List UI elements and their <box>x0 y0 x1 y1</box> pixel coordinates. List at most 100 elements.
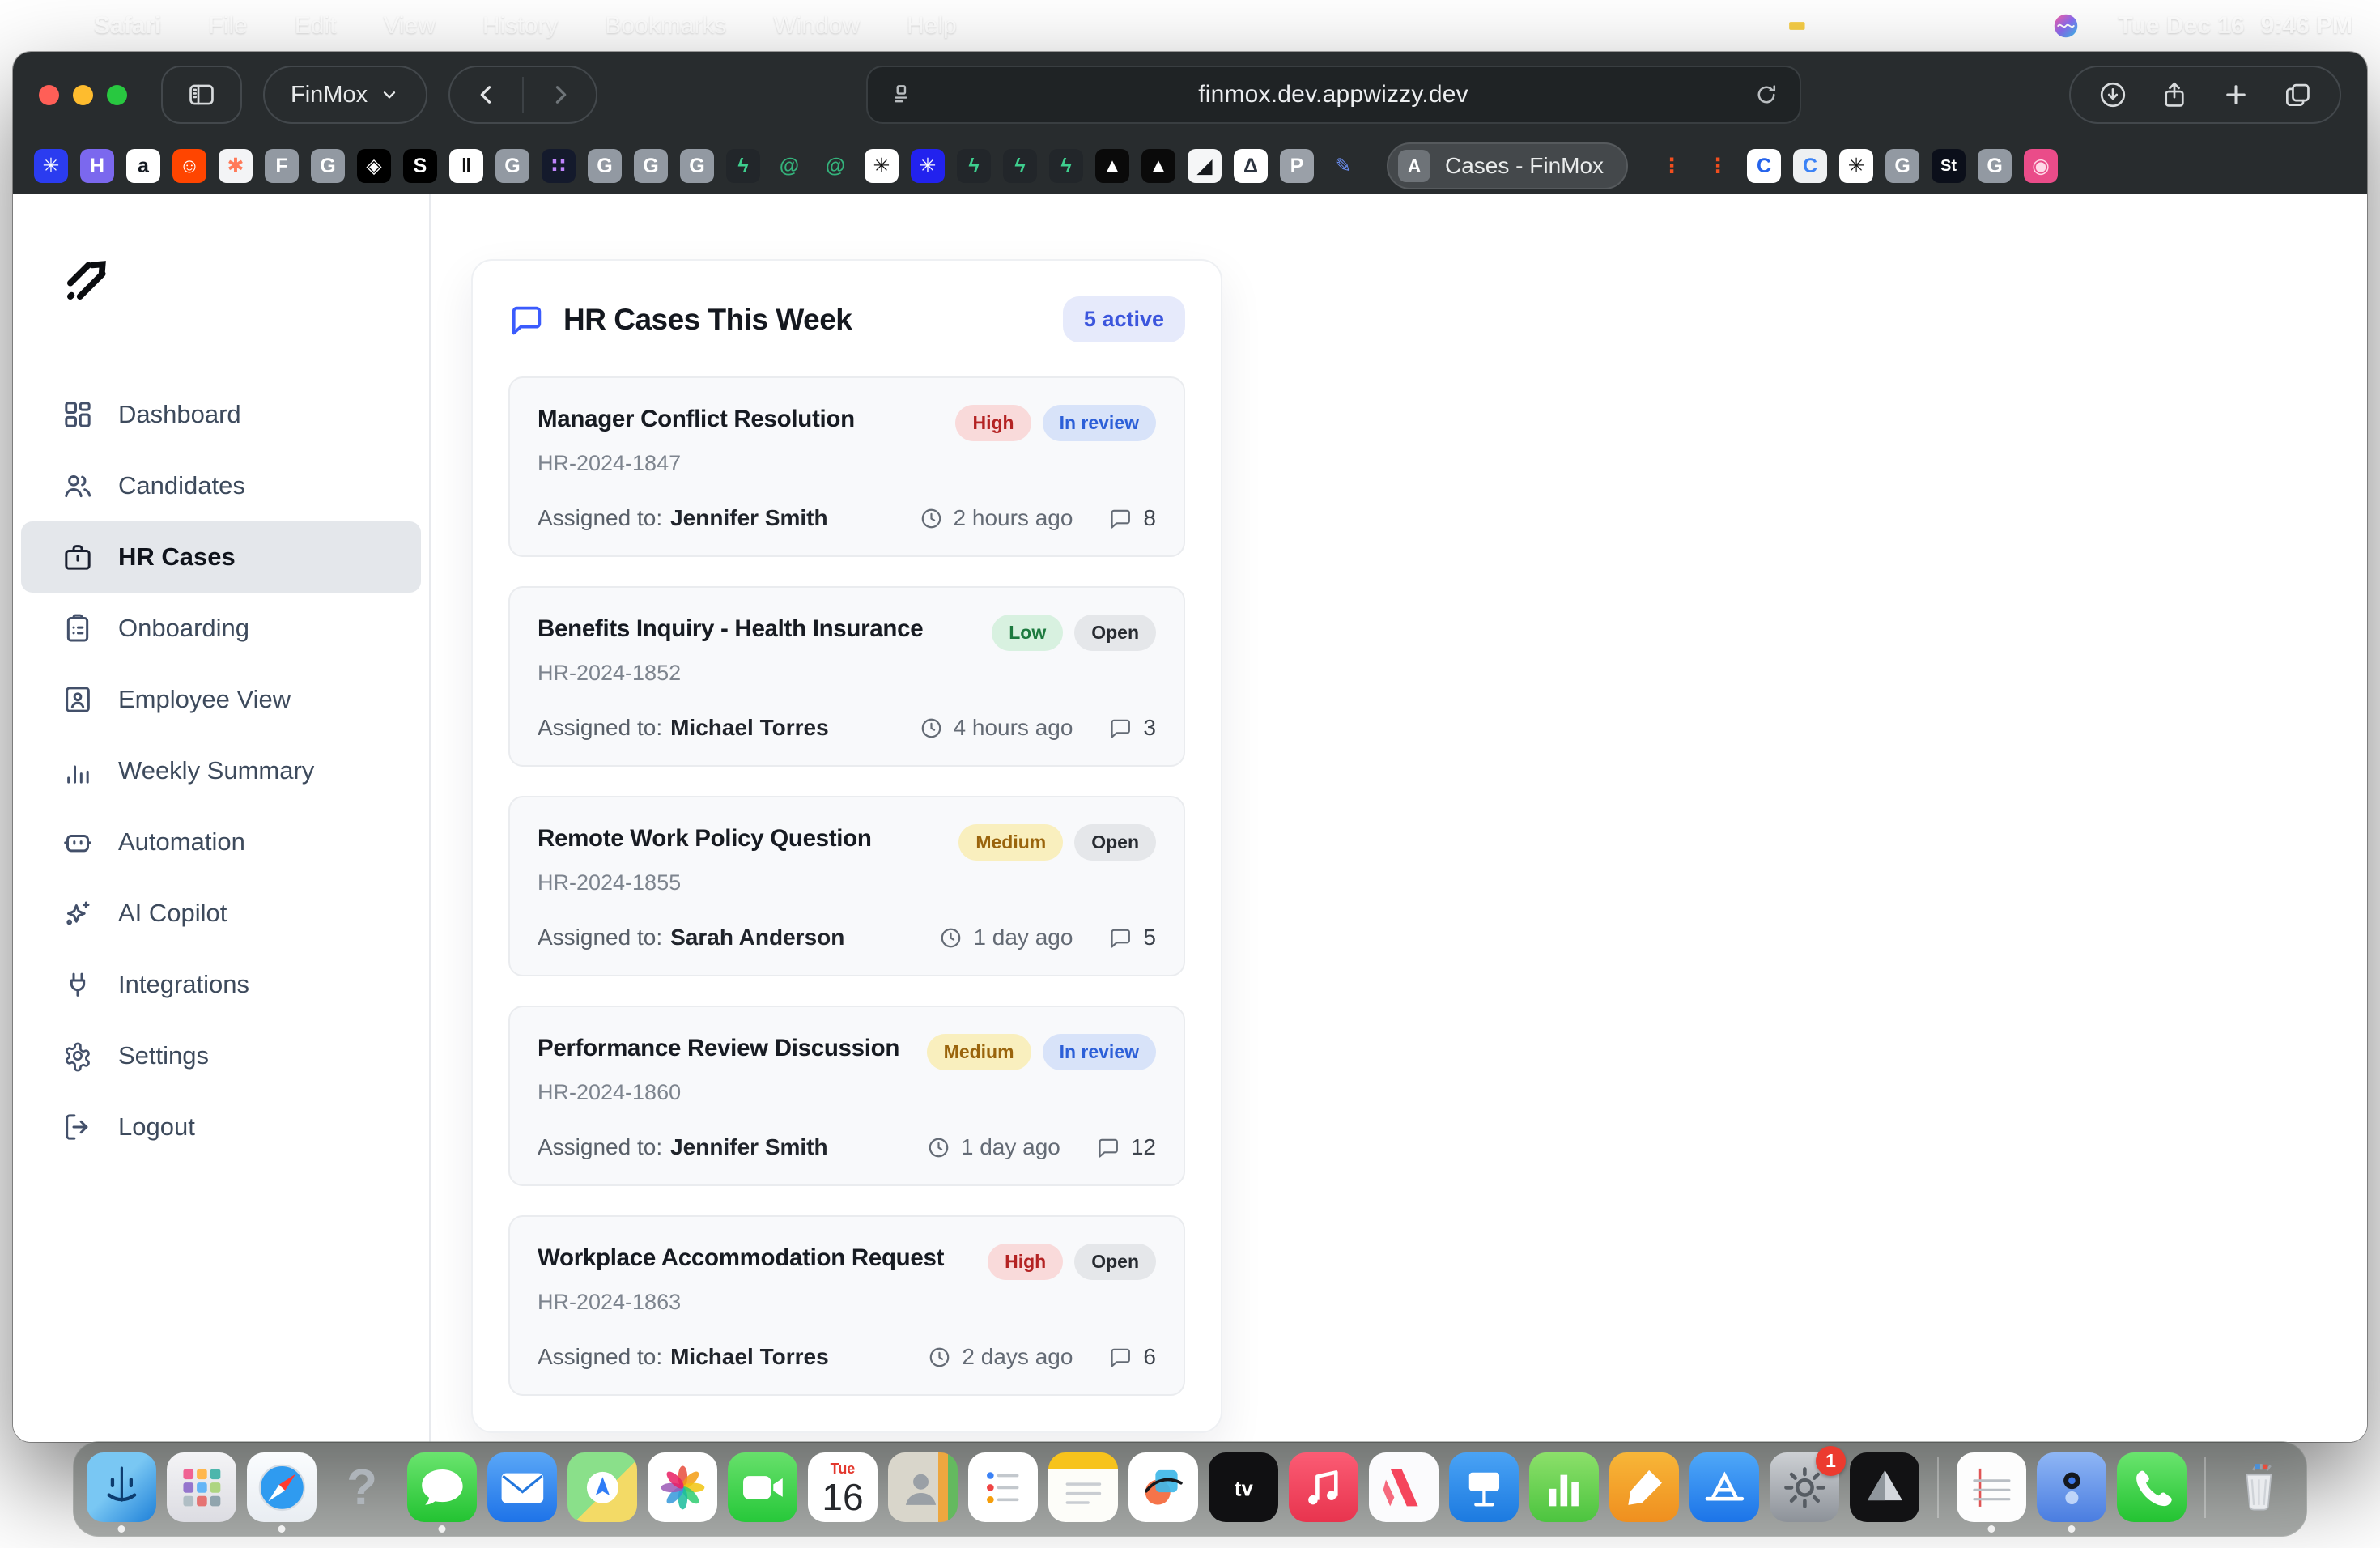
bookmark-favicon-openai-white[interactable]: ✳ <box>865 149 899 183</box>
minimize-button[interactable] <box>73 85 93 105</box>
dock-news-icon[interactable] <box>1369 1452 1439 1522</box>
bookmark-favicon-g-gray[interactable]: G <box>1885 149 1919 183</box>
bookmark-favicon-bolt-dark[interactable]: ϟ <box>1003 149 1037 183</box>
bookmark-favicon-vercel-black[interactable]: ▲ <box>1141 149 1175 183</box>
dock-prism-app-icon[interactable] <box>1850 1452 1919 1522</box>
case-card[interactable]: Workplace Accommodation RequestHighOpenH… <box>508 1215 1185 1396</box>
bookmark-favicon-g-gray[interactable]: G <box>634 149 668 183</box>
bookmark-favicon-p-gray[interactable]: P <box>1280 149 1314 183</box>
sidebar-item-employee-view[interactable]: Employee View <box>21 664 421 735</box>
dock-freeform-icon[interactable] <box>1128 1452 1198 1522</box>
downloads-button[interactable] <box>2082 67 2144 122</box>
dock-numbers-icon[interactable] <box>1529 1452 1599 1522</box>
dock-apple-tv-icon[interactable]: tv <box>1209 1452 1278 1522</box>
battery-icon[interactable] <box>1786 11 1815 40</box>
forward-button[interactable] <box>524 81 596 108</box>
dock-maps-icon[interactable] <box>567 1452 637 1522</box>
sidebar-item-settings[interactable]: Settings <box>21 1020 421 1091</box>
bookmark-favicon-dribbble[interactable]: ◉ <box>2024 149 2058 183</box>
app-logo-icon[interactable] <box>62 254 112 304</box>
address-bar[interactable]: finmox.dev.appwizzy.dev <box>866 66 1801 124</box>
case-card[interactable]: Remote Work Policy QuestionMediumOpenHR-… <box>508 796 1185 976</box>
dock-photos-icon[interactable] <box>648 1452 717 1522</box>
bookmark-favicon-figma[interactable]: ⋮ <box>1655 149 1689 183</box>
bookmark-favicon-hubspot[interactable]: ✱ <box>219 149 253 183</box>
menu-history[interactable]: History <box>482 12 558 40</box>
case-card[interactable]: Performance Review DiscussionMediumIn re… <box>508 1006 1185 1186</box>
bookmark-favicon-openai-bluetile[interactable]: ✳ <box>911 149 945 183</box>
sidebar-item-hr-cases[interactable]: HR Cases <box>21 521 421 593</box>
bookmark-favicon-g-gray[interactable]: G <box>495 149 529 183</box>
new-tab-button[interactable] <box>2205 67 2267 122</box>
sidebar-item-ai-copilot[interactable]: AI Copilot <box>21 878 421 949</box>
menu-clock[interactable]: Tue Dec 16 9:46 PM <box>2118 12 2352 40</box>
bookmark-favicon-vercel-black[interactable]: ▲ <box>1095 149 1129 183</box>
bookmark-favicon-bolt-dark[interactable]: ϟ <box>726 149 760 183</box>
menu-help[interactable]: Help <box>907 12 957 40</box>
menu-view[interactable]: View <box>383 12 435 40</box>
dock-reminders-icon[interactable] <box>968 1452 1038 1522</box>
bookmark-favicon-spiral-green[interactable]: @ <box>818 149 852 183</box>
active-tab-pill[interactable]: A Cases - FinMox <box>1387 142 1628 189</box>
dock-notes-icon[interactable] <box>1048 1452 1118 1522</box>
sidebar-item-candidates[interactable]: Candidates <box>21 450 421 521</box>
bookmark-favicon-spiral-green[interactable]: @ <box>772 149 806 183</box>
close-button[interactable] <box>39 85 59 105</box>
dock-facetime-icon[interactable] <box>728 1452 797 1522</box>
sidebar-toggle-button[interactable] <box>161 66 242 124</box>
dock-system-settings-icon[interactable]: 1 <box>1770 1452 1839 1522</box>
bookmark-favicon-sailboat-white[interactable]: Δ <box>1234 149 1268 183</box>
dock-help-placeholder-icon[interactable]: ? <box>327 1452 397 1522</box>
sidebar-item-integrations[interactable]: Integrations <box>21 949 421 1020</box>
bookmark-favicon-bolt-dark[interactable]: ϟ <box>957 149 991 183</box>
bookmark-favicon-figma[interactable]: ⋮ <box>1701 149 1735 183</box>
dock-trash-icon[interactable] <box>2224 1452 2293 1522</box>
dock-music-icon[interactable] <box>1289 1452 1358 1522</box>
menu-edit[interactable]: Edit <box>295 12 337 40</box>
bookmark-favicon-diamond-black[interactable]: ◈ <box>357 149 391 183</box>
bookmark-favicon-f-gray[interactable]: F <box>265 149 299 183</box>
sidebar-item-logout[interactable]: Logout <box>21 1091 421 1163</box>
sidebar-item-automation[interactable]: Automation <box>21 806 421 878</box>
apple-menu-icon[interactable] <box>28 13 60 39</box>
dock-messages-icon[interactable] <box>407 1452 477 1522</box>
dock-photo-booth-icon[interactable] <box>2037 1452 2106 1522</box>
profile-switcher-button[interactable]: FinMox <box>263 66 427 124</box>
case-card[interactable]: Manager Conflict ResolutionHighIn review… <box>508 376 1185 557</box>
bookmark-favicon-reddit[interactable]: ☺ <box>172 149 206 183</box>
reload-icon[interactable] <box>1753 81 1780 108</box>
bookmark-favicon-g-gray[interactable]: G <box>680 149 714 183</box>
dock-mail-icon[interactable] <box>487 1452 557 1522</box>
bookmark-favicon-g-gray[interactable]: G <box>1978 149 2012 183</box>
share-button[interactable] <box>2144 67 2205 122</box>
moon-focus-icon[interactable] <box>1653 11 1682 40</box>
bookmark-favicon-h-purple[interactable]: H <box>80 149 114 183</box>
menu-safari[interactable]: Safari <box>94 12 161 40</box>
bookmark-favicon-openai-blue[interactable]: ✳ <box>34 149 68 183</box>
bookmark-favicon-fin-white[interactable]: ◢ <box>1188 149 1222 183</box>
dock-safari-icon[interactable] <box>247 1452 317 1522</box>
airdrop-icon[interactable] <box>1719 11 1749 40</box>
sidebar-item-onboarding[interactable]: Onboarding <box>21 593 421 664</box>
bookmark-favicon-s-black[interactable]: S <box>403 149 437 183</box>
dock-contacts-icon[interactable] <box>888 1452 958 1522</box>
sidebar-item-dashboard[interactable]: Dashboard <box>21 379 421 450</box>
back-button[interactable] <box>450 81 522 108</box>
dock-pages-icon[interactable] <box>1609 1452 1679 1522</box>
bookmark-favicon-dots-dark[interactable]: ∷ <box>542 149 576 183</box>
wifi-icon[interactable] <box>1852 11 1881 40</box>
bookmark-favicon-g-gray[interactable]: G <box>311 149 345 183</box>
bookmark-favicon-bolt-dark[interactable]: ϟ <box>1049 149 1083 183</box>
bookmark-favicon-c-blue[interactable]: C <box>1747 149 1781 183</box>
bookmark-favicon-st-black[interactable]: St <box>1932 149 1966 183</box>
bookmark-favicon-amazon[interactable]: a <box>126 149 160 183</box>
menu-bookmarks[interactable]: Bookmarks <box>605 12 726 40</box>
dock-app-store-icon[interactable] <box>1689 1452 1759 1522</box>
bookmark-favicon-openai-bw[interactable]: ✳ <box>1839 149 1873 183</box>
siri-icon[interactable] <box>2051 11 2080 40</box>
case-card[interactable]: Benefits Inquiry - Health InsuranceLowOp… <box>508 586 1185 767</box>
dock-textedit-document-icon[interactable] <box>1957 1452 2026 1522</box>
bookmark-favicon-c-light[interactable]: C <box>1793 149 1827 183</box>
dock-keynote-icon[interactable] <box>1449 1452 1519 1522</box>
bookmark-favicon-pause-white[interactable]: ‖ <box>449 149 483 183</box>
